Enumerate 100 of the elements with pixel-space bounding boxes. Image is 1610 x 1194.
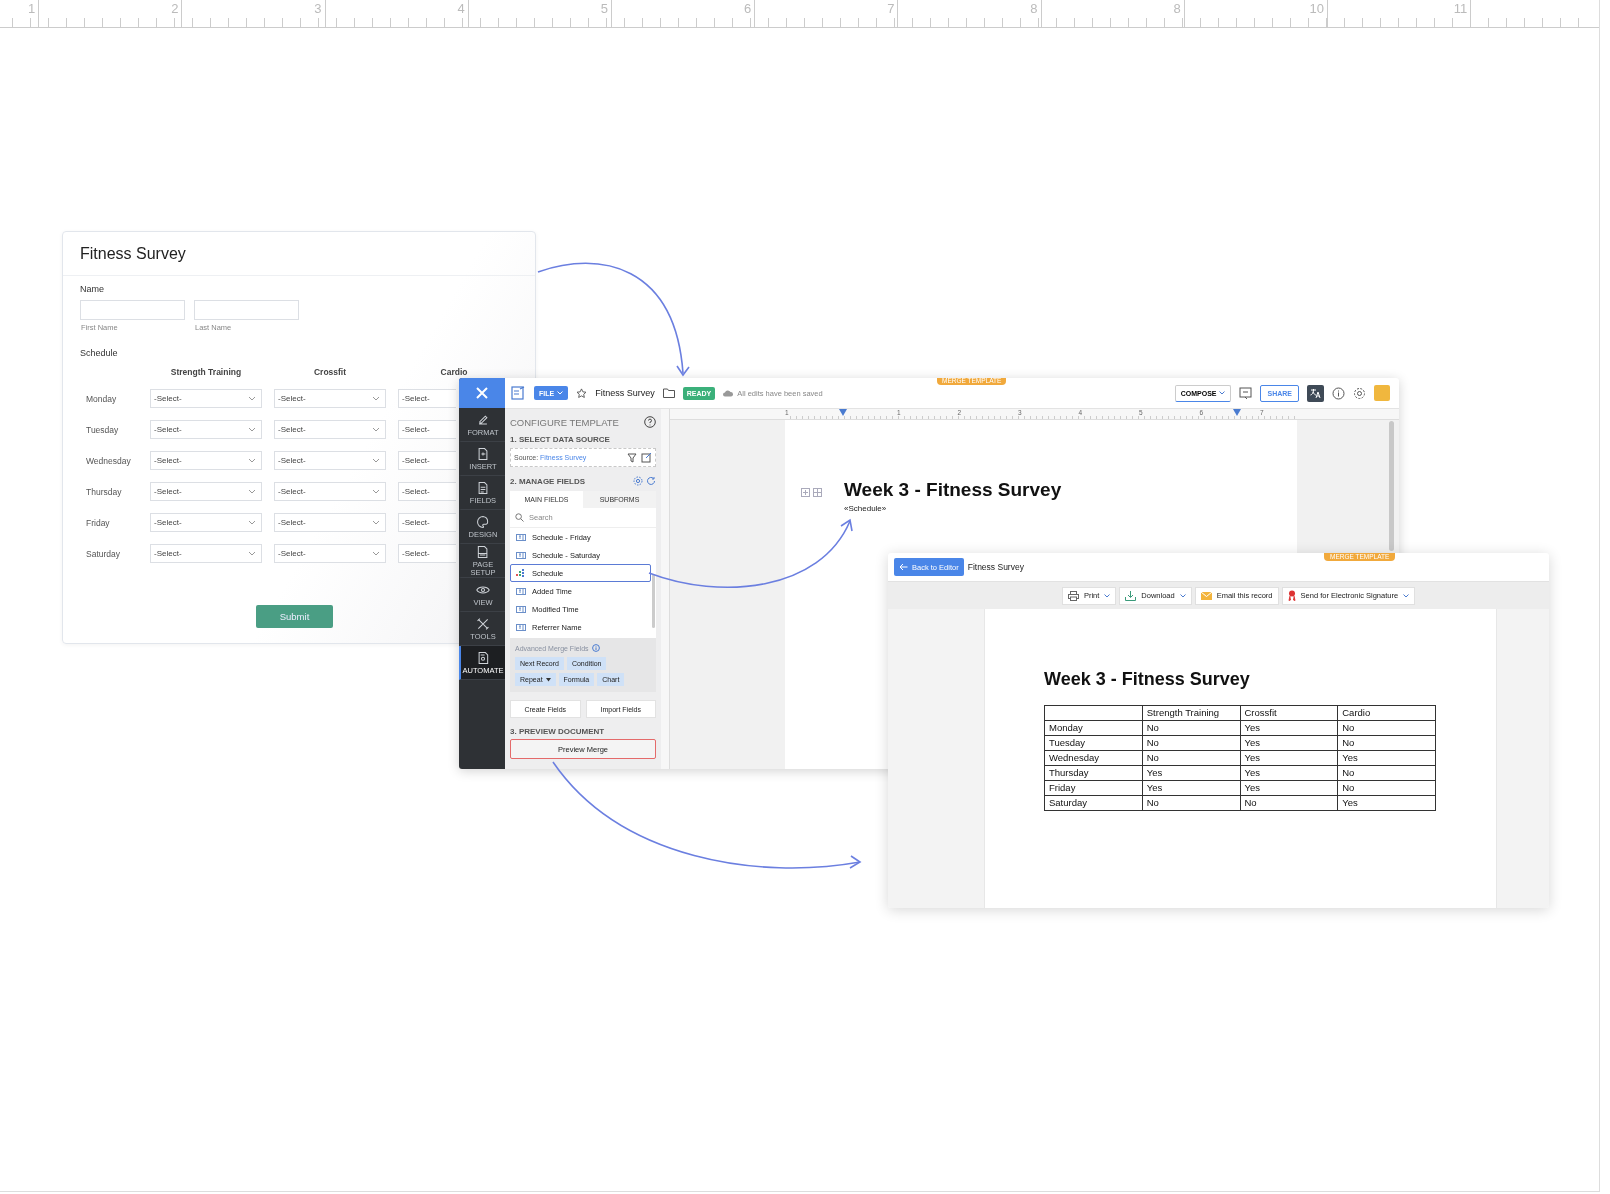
chevron-icon (248, 427, 256, 432)
table-cell: No (1337, 765, 1436, 781)
select-dropdown[interactable]: -Select- (398, 389, 456, 408)
select-dropdown[interactable]: -Select- (274, 482, 386, 501)
arrow-icon (899, 563, 908, 571)
caret-icon (545, 677, 551, 682)
table-header: Cardio (1337, 705, 1436, 721)
ruler-number: 7 (887, 0, 896, 18)
ruler-number: 6 (743, 0, 753, 18)
ruler-number: 11 (1453, 0, 1469, 18)
table-cell: No (1240, 795, 1338, 811)
document-icon (476, 650, 490, 665)
table-header: Strength Training (1142, 705, 1240, 721)
select-dropdown[interactable]: -Select- (398, 420, 456, 439)
section-heading: 3. PREVIEW DOCUMENT (510, 727, 606, 736)
folder-icon[interactable] (662, 388, 675, 398)
table-cell: No (1142, 750, 1240, 766)
caret-icon (1403, 593, 1410, 598)
select-dropdown[interactable]: -Select- (150, 482, 262, 501)
search-icon (515, 513, 524, 522)
ruler-number: 10 (1309, 0, 1325, 18)
page-icon (476, 544, 490, 559)
table-cell: Thursday (1044, 765, 1143, 781)
indent-marker-icon[interactable] (1233, 409, 1241, 416)
table-cell: No (1142, 720, 1240, 736)
column-header: Strength Training (169, 367, 243, 377)
first-name-field[interactable] (80, 300, 185, 320)
field-label: Name (80, 284, 105, 294)
table-cell: Yes (1337, 750, 1436, 766)
table-cell: Yes (1240, 765, 1338, 781)
refresh-icon[interactable] (646, 476, 656, 486)
row-label: Monday (85, 393, 118, 404)
select-dropdown[interactable]: -Select- (398, 544, 456, 563)
table-cell: No (1337, 735, 1436, 751)
help-icon[interactable] (644, 416, 656, 428)
scrollbar[interactable] (652, 574, 655, 628)
info-icon[interactable] (591, 644, 600, 652)
chevron-icon (248, 551, 256, 556)
text-field-icon (516, 586, 526, 596)
info-icon[interactable] (1332, 386, 1345, 400)
select-dropdown[interactable]: -Select- (150, 451, 262, 470)
table-cell: Yes (1240, 780, 1338, 796)
comment-icon[interactable] (1239, 386, 1253, 400)
settings-icon[interactable] (1353, 386, 1366, 400)
table-cell: No (1142, 795, 1240, 811)
text-field-icon (516, 604, 526, 614)
ruler-number: 5 (600, 0, 609, 18)
translate-icon[interactable] (1307, 384, 1324, 402)
table-cell: Saturday (1044, 795, 1143, 811)
gear-icon[interactable] (633, 476, 643, 486)
filter-icon[interactable] (627, 452, 637, 463)
preview-title: Fitness Survey (967, 562, 1024, 572)
table-cell: Yes (1142, 765, 1240, 781)
select-dropdown[interactable]: -Select- (274, 420, 386, 439)
select-dropdown[interactable]: -Select- (274, 513, 386, 532)
printer-icon (1067, 590, 1079, 601)
chevron-icon (372, 489, 380, 494)
row-label: Friday (85, 517, 111, 528)
table-icon[interactable] (801, 488, 823, 497)
star-icon[interactable] (576, 387, 588, 399)
form-title: Fitness Survey (80, 244, 186, 263)
select-dropdown[interactable]: -Select- (274, 544, 386, 563)
select-dropdown[interactable]: -Select- (150, 544, 262, 563)
select-dropdown[interactable]: -Select- (150, 389, 262, 408)
edit-icon[interactable] (641, 452, 652, 463)
envelope-icon (1200, 591, 1212, 600)
chevron-icon (248, 489, 256, 494)
select-dropdown[interactable]: -Select- (398, 451, 456, 470)
close-icon (476, 387, 488, 399)
scrollbar[interactable] (1389, 421, 1394, 551)
close-button[interactable] (459, 378, 505, 408)
last-name-field[interactable] (194, 300, 299, 320)
ruler-number: 8 (1173, 0, 1182, 18)
table-cell: Wednesday (1044, 750, 1143, 766)
text-field-icon (516, 532, 526, 542)
select-dropdown[interactable]: -Select- (274, 451, 386, 470)
document-icon (476, 480, 490, 495)
section-heading: 1. SELECT DATA SOURCE (510, 435, 611, 444)
chevron-icon (248, 520, 256, 525)
row-label: Saturday (85, 548, 122, 559)
indent-marker-icon[interactable] (839, 409, 847, 416)
column-header: Crossfit (312, 367, 348, 377)
palette-icon (476, 514, 490, 529)
merge-field: «Schedule» (844, 504, 1297, 513)
table-cell: Yes (1240, 750, 1338, 766)
table-header: Crossfit (1240, 705, 1338, 721)
select-dropdown[interactable]: -Select- (150, 513, 262, 532)
table-cell: Yes (1240, 735, 1338, 751)
select-dropdown[interactable]: -Select- (398, 482, 456, 501)
text-field-icon (516, 550, 526, 560)
table-cell: Yes (1240, 720, 1338, 736)
ruler-number: 4 (457, 0, 466, 18)
document-heading: Week 3 - Fitness Survey (1044, 669, 1251, 690)
select-dropdown[interactable]: -Select- (150, 420, 262, 439)
select-dropdown[interactable]: -Select- (274, 389, 386, 408)
document-icon[interactable] (511, 386, 526, 400)
text-field-icon (516, 622, 526, 632)
cloud-icon (723, 389, 734, 397)
row-label: Tuesday (85, 424, 120, 435)
select-dropdown[interactable]: -Select- (398, 513, 456, 532)
